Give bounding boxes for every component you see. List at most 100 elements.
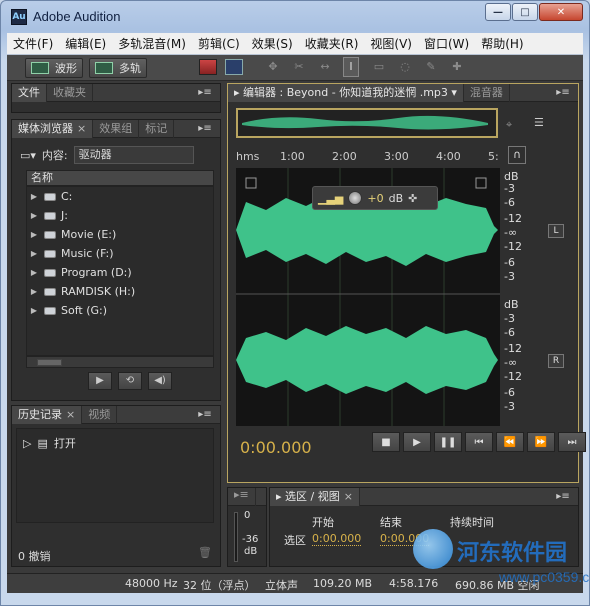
- watermark-text: 河东软件园: [457, 541, 568, 566]
- history-panel: 历史记录 × 视频 ▸≡ ▷ ▤ 打开 0 撤销 🗑: [11, 405, 221, 567]
- start-header: 开始: [312, 516, 334, 529]
- drive-dropdown-icon[interactable]: ▭▾: [20, 149, 36, 162]
- zoom-icon[interactable]: ⌖: [506, 118, 512, 132]
- history-list: ▷ ▤ 打开: [16, 428, 214, 523]
- expand-icon[interactable]: ▶: [27, 287, 41, 296]
- expand-icon[interactable]: ▶: [27, 192, 41, 201]
- snap-icon[interactable]: ∩: [508, 146, 526, 164]
- drive-icon: [44, 230, 56, 239]
- expand-icon[interactable]: ▶: [27, 249, 41, 258]
- tab-video[interactable]: 视频: [82, 406, 118, 424]
- list-item[interactable]: ▶ C:: [27, 187, 213, 206]
- time-ruler[interactable]: hms 1:00 2:00 3:00 4:00 5:: [236, 146, 500, 168]
- panel-menu-icon[interactable]: ▸≡: [192, 85, 218, 100]
- menu-window[interactable]: 窗口(W): [418, 33, 475, 55]
- pause-icon[interactable]: ❚❚: [434, 432, 462, 452]
- go-to-start-icon[interactable]: ⏮: [465, 432, 493, 452]
- play-icon[interactable]: ▶: [403, 432, 431, 452]
- tab-effects-rack[interactable]: 效果组: [93, 120, 140, 138]
- panel-menu-icon[interactable]: ▸≡: [192, 121, 218, 136]
- expand-icon[interactable]: ▶: [27, 230, 41, 239]
- current-time-display[interactable]: 0:00.000: [240, 438, 312, 457]
- maximize-button[interactable]: □: [512, 3, 538, 21]
- content-row: ▭▾ 内容: 驱动器: [20, 146, 194, 164]
- list-item[interactable]: ▶ Music (F:): [27, 244, 213, 263]
- waveform-view-button[interactable]: 波形: [25, 58, 83, 78]
- fast-forward-icon[interactable]: ⏩: [527, 432, 555, 452]
- menu-effects[interactable]: 效果(S): [246, 33, 299, 55]
- list-item[interactable]: ▶ Soft (G:): [27, 301, 213, 320]
- move-tool-icon[interactable]: ✥: [265, 60, 281, 74]
- rewind-icon[interactable]: ⏪: [496, 432, 524, 452]
- gain-control-hud[interactable]: ▁▃▅ +0 dB ✜: [312, 186, 438, 210]
- tab-media-browser[interactable]: 媒体浏览器 ×: [12, 120, 94, 138]
- amplitude-scale: dB -3 -6 -12 -∞ -12 -6 -3 L dB -3 -6 -12…: [500, 168, 568, 426]
- multitrack-icon: [95, 62, 113, 74]
- loop-preview-icon[interactable]: ⟲: [118, 372, 142, 390]
- minimize-button[interactable]: —: [485, 3, 511, 21]
- spectral-frequency-icon[interactable]: [199, 59, 217, 75]
- spot-healing-tool-icon[interactable]: ✚: [449, 60, 465, 74]
- drive-icon: [44, 268, 56, 277]
- tab-mixer[interactable]: 混音器: [464, 84, 510, 102]
- menu-help[interactable]: 帮助(H): [475, 33, 529, 55]
- selection-start[interactable]: 0:00.000: [312, 532, 362, 546]
- spectral-pitch-icon[interactable]: [225, 59, 243, 75]
- level-meter: [234, 512, 238, 562]
- panel-menu-icon[interactable]: ▸≡: [228, 488, 256, 506]
- tab-history[interactable]: 历史记录 ×: [12, 406, 83, 424]
- menu-multitrack[interactable]: 多轨混音(M): [112, 33, 192, 55]
- workspace: 波形 多轨 ✥ ✂ ↔ I ▭ ◌ ✎ ✚ 文件 收藏夹 ▸≡ 媒体浏览器 × …: [7, 55, 586, 573]
- menu-file[interactable]: 文件(F): [7, 33, 59, 55]
- gain-unit: dB: [388, 191, 404, 205]
- list-item[interactable]: ▶ J:: [27, 206, 213, 225]
- list-item[interactable]: ▶ Movie (E:): [27, 225, 213, 244]
- tab-files[interactable]: 文件: [12, 84, 47, 102]
- close-button[interactable]: ✕: [539, 3, 583, 21]
- expand-icon[interactable]: ▶: [27, 268, 41, 277]
- menu-view[interactable]: 视图(V): [364, 33, 418, 55]
- expand-icon[interactable]: ▶: [27, 211, 41, 220]
- list-item[interactable]: ▶ Program (D:): [27, 263, 213, 282]
- go-to-end-icon[interactable]: ⏭: [558, 432, 586, 452]
- end-header: 结束: [380, 516, 402, 529]
- menu-edit[interactable]: 编辑(E): [59, 33, 112, 55]
- marquee-tool-icon[interactable]: ▭: [371, 60, 387, 74]
- trash-icon[interactable]: 🗑: [198, 546, 212, 559]
- waveform-overview[interactable]: [236, 108, 498, 138]
- tab-favorites[interactable]: 收藏夹: [47, 84, 93, 102]
- slip-tool-icon[interactable]: ↔: [317, 60, 333, 74]
- panel-menu-icon[interactable]: ▸≡: [192, 407, 218, 422]
- left-channel-button[interactable]: L: [548, 224, 564, 238]
- right-channel-button[interactable]: R: [548, 354, 564, 368]
- multitrack-view-button[interactable]: 多轨: [89, 58, 147, 78]
- title-bar[interactable]: Au Adobe Audition — □ ✕: [1, 1, 589, 33]
- play-preview-icon[interactable]: ▶: [88, 372, 112, 390]
- tab-selection-view[interactable]: ▸ 选区 / 视图 ×: [270, 488, 360, 506]
- history-item[interactable]: ▷ ▤ 打开: [23, 435, 76, 451]
- pin-icon[interactable]: ✜: [408, 192, 417, 205]
- auto-play-icon[interactable]: ◀): [148, 372, 172, 390]
- waveform-display[interactable]: ▁▃▅ +0 dB ✜: [232, 160, 500, 426]
- tab-editor[interactable]: ▸ 编辑器 : Beyond - 你知道我的迷惘 .mp3 ▾: [228, 84, 464, 102]
- volume-knob[interactable]: [348, 191, 363, 205]
- stop-icon[interactable]: ■: [372, 432, 400, 452]
- panel-menu-icon[interactable]: ▸≡: [550, 85, 576, 100]
- razor-tool-icon[interactable]: ✂: [291, 60, 307, 74]
- menu-clip[interactable]: 剪辑(C): [192, 33, 246, 55]
- menu-favorites[interactable]: 收藏夹(R): [299, 33, 365, 55]
- horizontal-scrollbar[interactable]: [26, 356, 214, 368]
- drive-icon: [44, 192, 56, 201]
- main-toolbar: 波形 多轨 ✥ ✂ ↔ I ▭ ◌ ✎ ✚: [7, 55, 583, 81]
- panel-menu-icon[interactable]: ▸≡: [550, 489, 576, 504]
- time-selection-tool-icon[interactable]: I: [343, 57, 359, 77]
- name-column-header[interactable]: 名称: [26, 170, 214, 186]
- brush-tool-icon[interactable]: ✎: [423, 60, 439, 74]
- expand-icon[interactable]: ▶: [27, 306, 41, 315]
- app-window: Au Adobe Audition — □ ✕ 文件(F) 编辑(E) 多轨混音…: [0, 0, 590, 606]
- lasso-tool-icon[interactable]: ◌: [397, 60, 413, 74]
- overview-menu-icon[interactable]: ☰: [534, 116, 544, 129]
- list-item[interactable]: ▶ RAMDISK (H:): [27, 282, 213, 301]
- tab-markers[interactable]: 标记: [139, 120, 175, 138]
- content-select[interactable]: 驱动器: [73, 146, 194, 164]
